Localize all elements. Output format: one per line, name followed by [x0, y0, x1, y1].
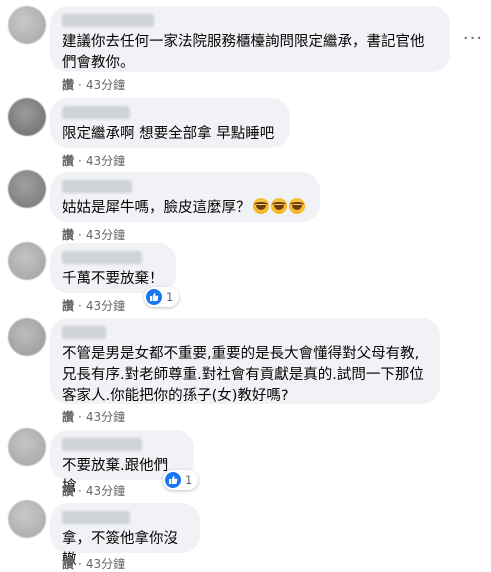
timestamp[interactable]: 43分鐘 — [86, 555, 125, 572]
like-link[interactable]: 讚 — [62, 408, 74, 425]
reaction-count: 1 — [185, 473, 193, 487]
comment-actions: 讚 · 43分鐘 — [62, 76, 125, 93]
rolling-laugh-emoji — [288, 198, 305, 214]
separator: · — [78, 227, 82, 242]
avatar[interactable] — [8, 170, 46, 208]
like-link[interactable]: 讚 — [62, 76, 74, 93]
rolling-laugh-emoji — [252, 198, 269, 214]
avatar[interactable] — [8, 242, 46, 280]
more-horizontal-icon: ··· — [462, 28, 484, 49]
comment-actions: 讚 · 43分鐘 — [62, 297, 125, 314]
reaction-count: 1 — [166, 290, 174, 304]
author-name[interactable] — [62, 106, 130, 119]
comment-feed: 建議你去任何一家法院服務櫃檯詢問限定繼承，書記官他們會教你。 ··· 讚 · 4… — [0, 0, 491, 572]
comment-actions: 讚 · 43分鐘 — [62, 152, 125, 169]
comment-bubble: 姑姑是犀牛嗎，臉皮這麼厚？ — [50, 172, 320, 222]
comment-text: 建議你去任何一家法院服務櫃檯詢問限定繼承，書記官他們會教你。 — [62, 34, 425, 71]
separator: · — [78, 298, 82, 313]
comment-text: 姑姑是犀牛嗎，臉皮這麼厚？ — [62, 198, 308, 219]
comment-bubble: 建議你去任何一家法院服務櫃檯詢問限定繼承，書記官他們會教你。 — [50, 6, 450, 72]
avatar[interactable] — [8, 98, 46, 136]
avatar[interactable] — [8, 6, 46, 44]
separator: · — [78, 556, 82, 571]
comment-actions: 讚 · 43分鐘 — [62, 408, 125, 425]
like-icon — [146, 289, 162, 305]
like-link[interactable]: 讚 — [62, 297, 74, 314]
comment-text: 限定繼承啊 想要全部拿 早點睡吧 — [62, 126, 275, 142]
more-options-button[interactable]: ··· — [462, 28, 484, 50]
author-name[interactable] — [62, 14, 154, 27]
author-name[interactable] — [62, 180, 132, 193]
timestamp[interactable]: 43分鐘 — [86, 76, 125, 93]
separator: · — [78, 483, 82, 498]
separator: · — [78, 409, 82, 424]
author-name[interactable] — [62, 251, 142, 264]
timestamp[interactable]: 43分鐘 — [86, 152, 125, 169]
timestamp[interactable]: 43分鐘 — [86, 408, 125, 425]
comment-text: 不管是男是女都不重要,重要的是長大會懂得對父母有教,兄長有序.對老師尊重.對社會… — [62, 346, 424, 404]
author-name[interactable] — [62, 511, 130, 524]
avatar[interactable] — [8, 428, 46, 466]
separator: · — [78, 77, 82, 92]
like-link[interactable]: 讚 — [62, 555, 74, 572]
timestamp[interactable]: 43分鐘 — [86, 226, 125, 243]
comment-text-body: 姑姑是犀牛嗎，臉皮這麼厚？ — [62, 200, 251, 216]
like-link[interactable]: 讚 — [62, 152, 74, 169]
like-link[interactable]: 讚 — [62, 482, 74, 499]
timestamp[interactable]: 43分鐘 — [86, 482, 125, 499]
avatar[interactable] — [8, 500, 46, 538]
timestamp[interactable]: 43分鐘 — [86, 297, 125, 314]
like-icon — [165, 472, 181, 488]
like-link[interactable]: 讚 — [62, 226, 74, 243]
reaction-summary[interactable]: 1 — [163, 470, 199, 490]
author-name[interactable] — [62, 438, 142, 451]
comment-actions: 讚 · 43分鐘 — [62, 555, 125, 572]
comment-text: 千萬不要放棄！ — [62, 271, 164, 287]
rolling-laugh-emoji — [270, 198, 287, 214]
comment-bubble: 拿，不簽他拿你沒轍 — [50, 503, 200, 568]
avatar[interactable] — [8, 318, 46, 356]
reaction-summary[interactable]: 1 — [144, 287, 180, 307]
comment-bubble: 千萬不要放棄！ — [50, 243, 176, 293]
comment-actions: 讚 · 43分鐘 — [62, 226, 125, 243]
author-name[interactable] — [62, 326, 106, 339]
separator: · — [78, 153, 82, 168]
comment-actions: 讚 · 43分鐘 — [62, 482, 125, 499]
comment-bubble: 不管是男是女都不重要,重要的是長大會懂得對父母有教,兄長有序.對老師尊重.對社會… — [50, 318, 440, 404]
comment-bubble: 限定繼承啊 想要全部拿 早點睡吧 — [50, 98, 290, 148]
